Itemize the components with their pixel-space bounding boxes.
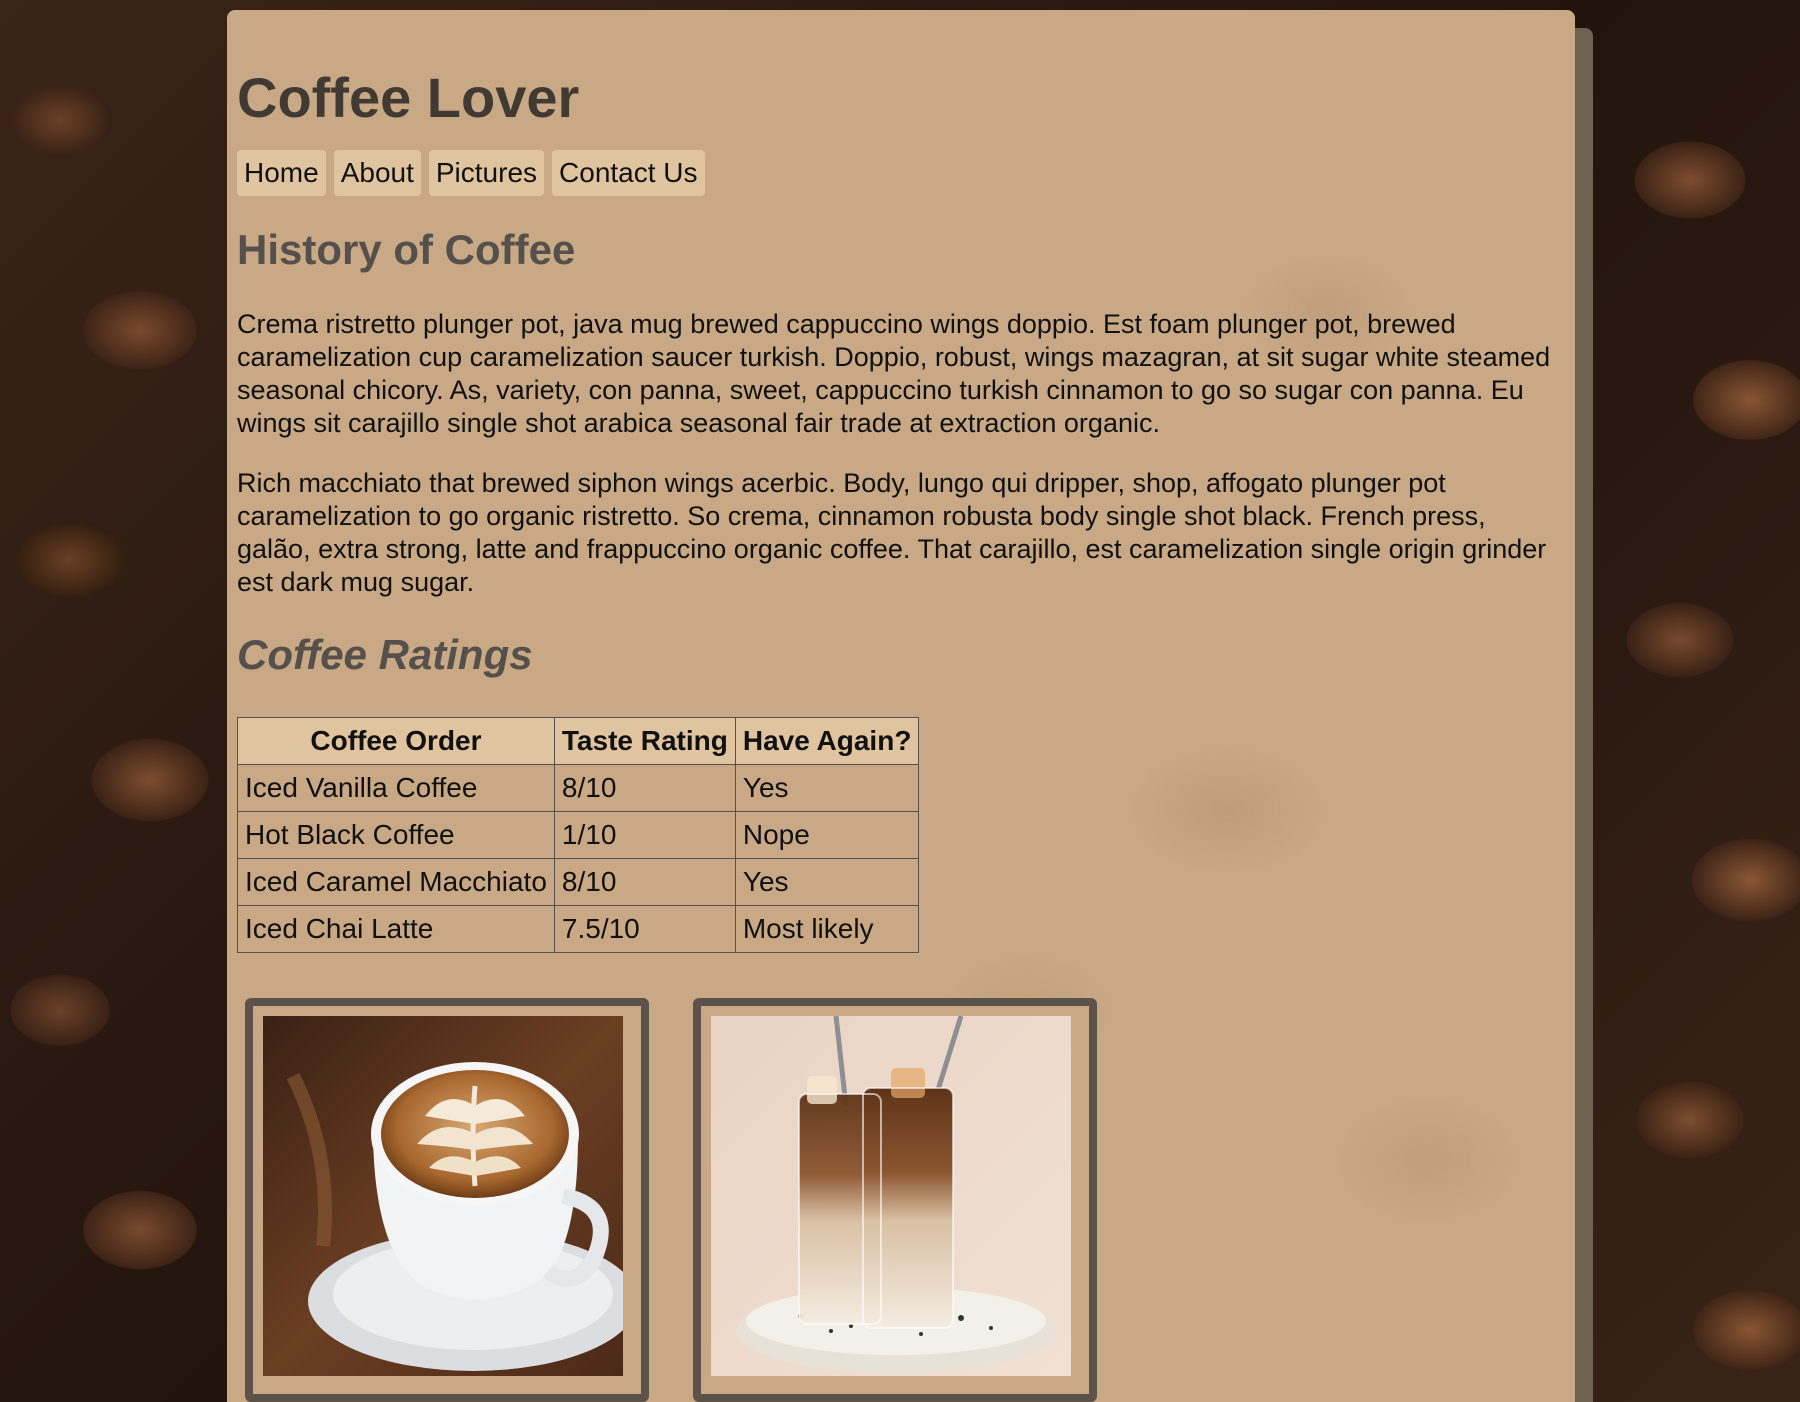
cell-taste-rating: 1/10 [553, 811, 736, 859]
cell-coffee-order: Iced Caramel Macchiato [237, 858, 555, 906]
photo-gallery [245, 998, 1097, 1402]
main-nav: Home About Pictures Contact Us [237, 150, 1565, 196]
cell-have-again: Yes [734, 764, 920, 812]
history-paragraph-2: Rich macchiato that brewed siphon wings … [237, 468, 1547, 597]
table-row: Iced Chai Latte 7.5/10 Most likely [237, 905, 920, 953]
cell-taste-rating: 8/10 [553, 858, 736, 906]
history-paragraph-1: Crema ristretto plunger pot, java mug br… [237, 309, 1551, 438]
cell-have-again: Most likely [734, 905, 920, 953]
column-header-taste-rating: Taste Rating [553, 717, 736, 765]
cell-coffee-order: Iced Vanilla Coffee [237, 764, 555, 812]
site-title: Coffee Lover [237, 66, 580, 129]
cell-have-again: Nope [734, 811, 920, 859]
nav-about[interactable]: About [333, 150, 421, 196]
cell-taste-rating: 8/10 [553, 764, 736, 812]
photo-frame-latte[interactable] [245, 998, 649, 1402]
nav-home[interactable]: Home [237, 150, 326, 196]
table-row: Hot Black Coffee 1/10 Nope [237, 811, 920, 859]
table-row: Iced Caramel Macchiato 8/10 Yes [237, 858, 920, 906]
table-row: Iced Vanilla Coffee 8/10 Yes [237, 764, 920, 812]
cell-coffee-order: Iced Chai Latte [237, 905, 555, 953]
iced-coffee-glasses-image [711, 1016, 1071, 1376]
nav-contact-us[interactable]: Contact Us [552, 150, 705, 196]
ratings-table: Coffee Order Taste Rating Have Again? Ic… [237, 717, 920, 953]
table-header-row: Coffee Order Taste Rating Have Again? [237, 717, 920, 765]
history-heading: History of Coffee [237, 226, 576, 273]
cell-coffee-order: Hot Black Coffee [237, 811, 555, 859]
main-panel: Coffee Lover Home About Pictures Contact… [227, 10, 1575, 1402]
ratings-heading: Coffee Ratings [237, 631, 533, 678]
column-header-have-again: Have Again? [734, 717, 920, 765]
column-header-coffee-order: Coffee Order [237, 717, 555, 765]
cell-taste-rating: 7.5/10 [553, 905, 736, 953]
nav-pictures[interactable]: Pictures [428, 150, 545, 196]
cell-have-again: Yes [734, 858, 920, 906]
photo-frame-iced-coffee[interactable] [693, 998, 1097, 1402]
latte-art-cup-image [263, 1016, 623, 1376]
